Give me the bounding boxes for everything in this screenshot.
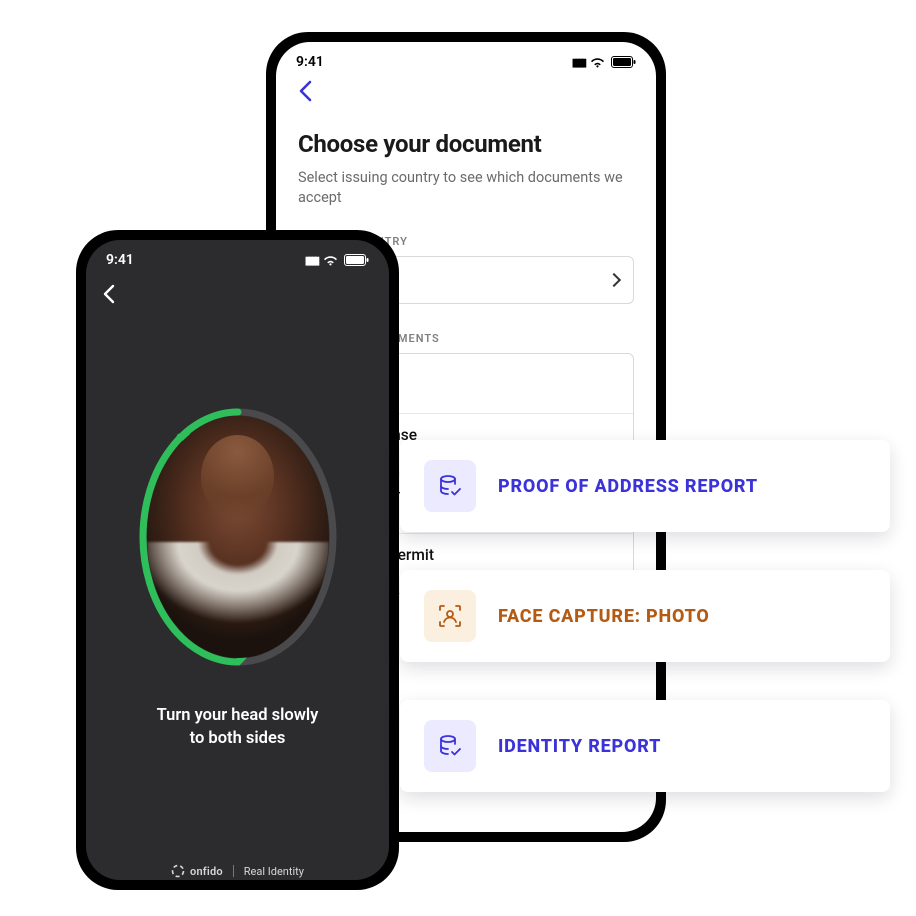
page-subtitle: Select issuing country to see which docu… bbox=[298, 168, 634, 209]
face-progress-ring bbox=[133, 402, 343, 672]
status-icons bbox=[305, 252, 369, 268]
report-card-label: FACE CAPTURE: PHOTO bbox=[498, 606, 710, 627]
identity-report-card[interactable]: IDENTITY REPORT bbox=[400, 700, 890, 792]
brand-footer: onfido Real Identity bbox=[86, 850, 389, 880]
report-card-label: IDENTITY REPORT bbox=[498, 736, 661, 757]
face-scan-icon bbox=[424, 590, 476, 642]
proof-of-address-report-card[interactable]: PROOF OF ADDRESS REPORT bbox=[400, 440, 890, 532]
brand-tagline: Real Identity bbox=[244, 865, 304, 878]
user-face-photo bbox=[147, 416, 329, 658]
cellular-signal-icon bbox=[572, 54, 584, 70]
database-check-icon bbox=[424, 460, 476, 512]
wifi-icon bbox=[322, 254, 339, 266]
back-button[interactable] bbox=[298, 74, 634, 112]
chevron-left-icon bbox=[298, 80, 312, 102]
battery-icon bbox=[611, 56, 636, 68]
report-card-label: PROOF OF ADDRESS REPORT bbox=[498, 476, 758, 497]
onfido-logo-icon bbox=[171, 864, 185, 878]
chevron-right-icon bbox=[609, 271, 619, 289]
page-title: Choose your document bbox=[298, 130, 634, 158]
status-icons bbox=[572, 54, 636, 70]
cellular-signal-icon bbox=[305, 252, 317, 268]
status-bar: 9:41 bbox=[276, 42, 656, 74]
status-time: 9:41 bbox=[296, 54, 324, 70]
onfido-logo: onfido bbox=[171, 864, 223, 878]
face-capture-screen: 9:41 Turn your head slowly bbox=[86, 240, 389, 880]
capture-instruction: Turn your head slowly to both sides bbox=[157, 704, 319, 750]
database-check-icon bbox=[424, 720, 476, 772]
status-time: 9:41 bbox=[106, 252, 134, 268]
face-capture-photo-card[interactable]: FACE CAPTURE: PHOTO bbox=[400, 570, 890, 662]
face-capture-area: Turn your head slowly to both sides bbox=[86, 272, 389, 850]
face-capture-phone: 9:41 Turn your head slowly bbox=[76, 230, 399, 890]
separator bbox=[233, 865, 234, 877]
wifi-icon bbox=[589, 56, 606, 68]
battery-icon bbox=[344, 254, 369, 266]
status-bar: 9:41 bbox=[86, 240, 389, 272]
